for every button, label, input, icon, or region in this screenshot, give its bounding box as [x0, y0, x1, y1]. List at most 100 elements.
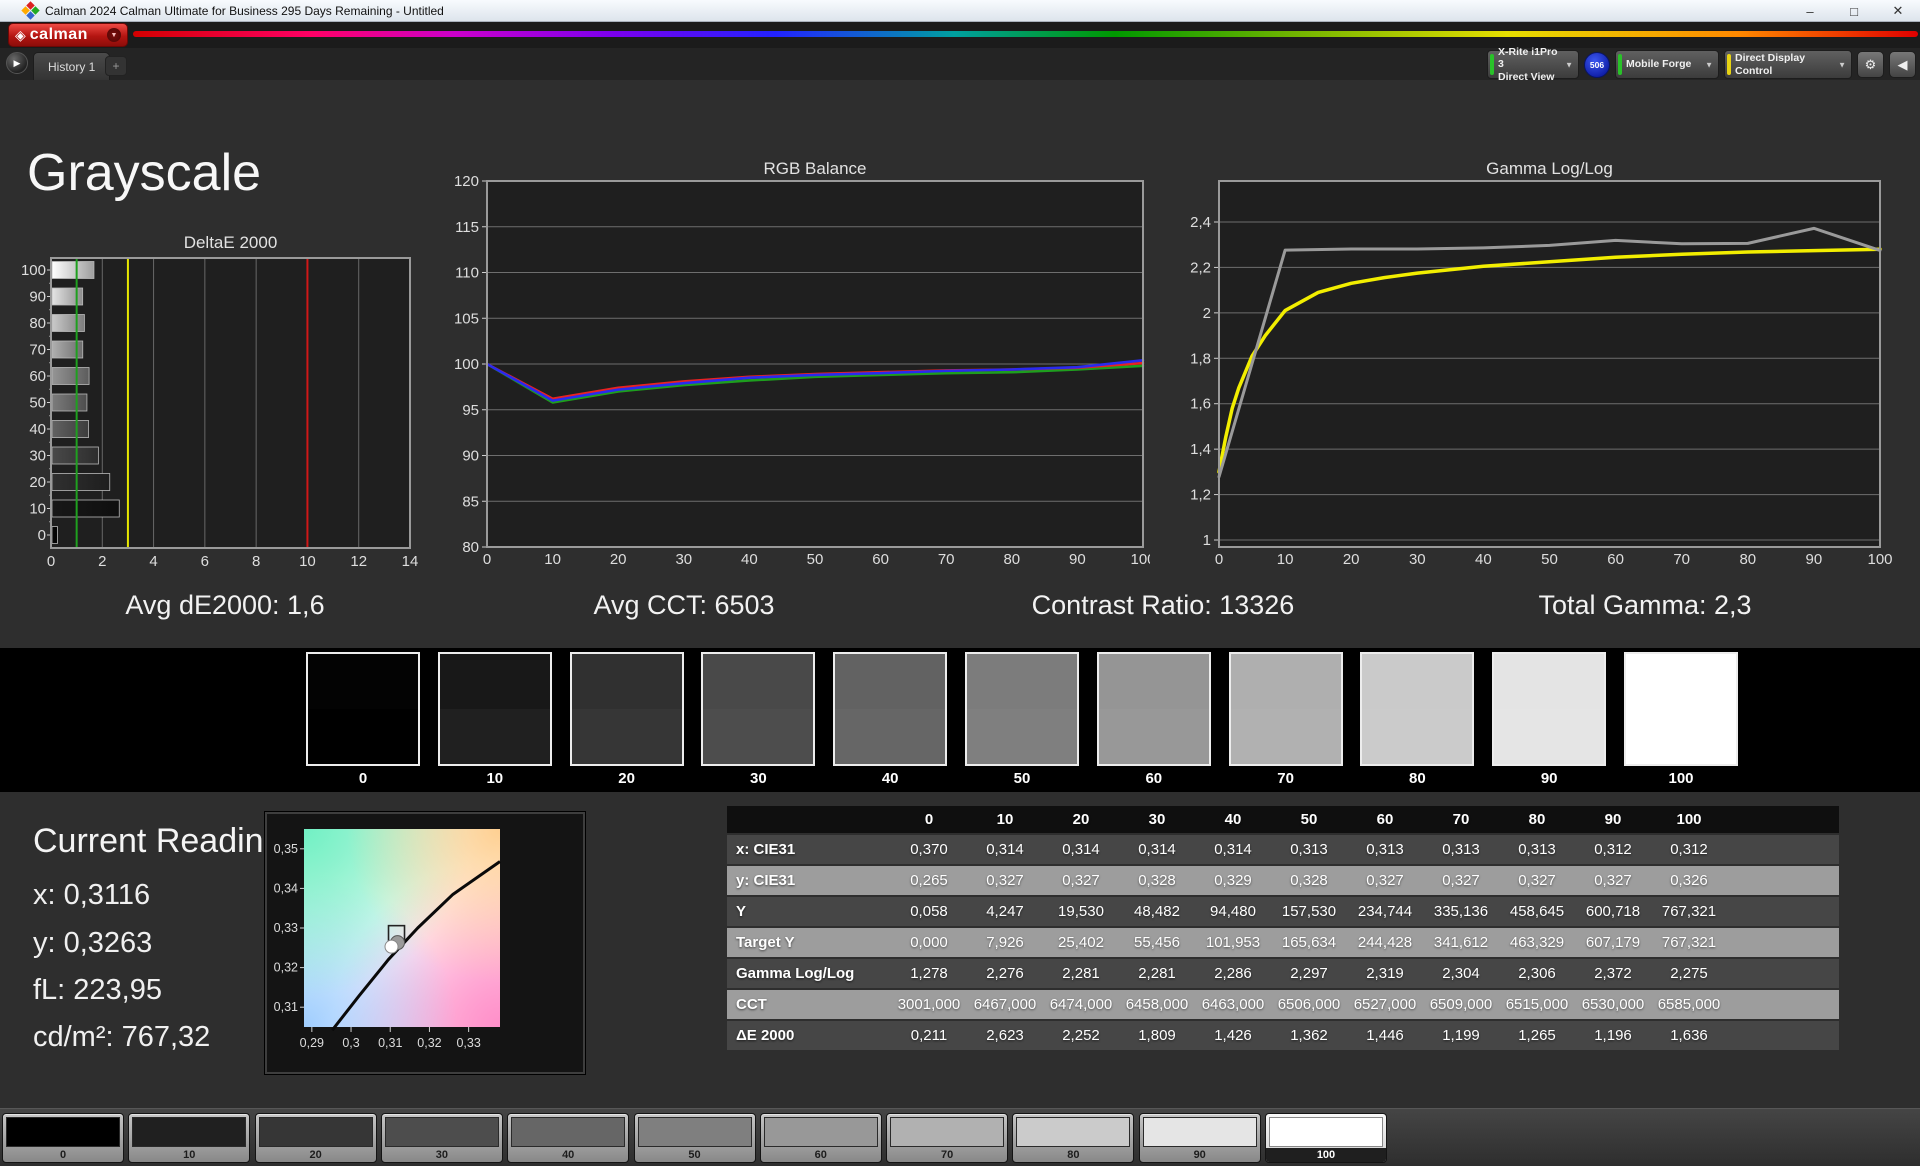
table-cell: 94,480 [1210, 903, 1256, 920]
logo-row: ◈ calman ▼ [0, 22, 1920, 48]
calman-menu-dropdown-icon[interactable]: ▼ [107, 28, 121, 42]
spectrum-bar [133, 31, 1918, 37]
page-title: Grayscale [27, 144, 262, 202]
svg-text:2: 2 [98, 553, 106, 570]
add-tab-button[interactable]: + [105, 56, 127, 76]
svg-text:0,31: 0,31 [378, 1036, 402, 1050]
tab-history-1[interactable]: History 1 [33, 52, 111, 80]
meter-mode: Direct View [1498, 70, 1555, 83]
svg-text:30: 30 [29, 448, 46, 465]
deltae-bar-60 [51, 367, 90, 385]
patch-label: 80 [1409, 770, 1426, 787]
patch-label: 10 [486, 770, 504, 787]
patch-button-70[interactable]: 70 [886, 1113, 1009, 1163]
source-select-dropdown[interactable]: Mobile Forge ▼ [1615, 50, 1719, 79]
column-header-80: 80 [1528, 811, 1546, 828]
deltae-chart: DeltaE 200010090807060504030201000 2 4 6 8 10… [21, 233, 418, 570]
table-cell: 2,275 [1670, 965, 1708, 982]
table-cell: 2,281 [1138, 965, 1176, 982]
column-header-90: 90 [1604, 811, 1622, 828]
settings-button[interactable]: ⚙ [1857, 51, 1884, 78]
patch-button-label: 70 [940, 1149, 954, 1161]
svg-text:4: 4 [149, 553, 157, 570]
display-status-bar [1727, 54, 1731, 75]
svg-text:10: 10 [544, 551, 561, 568]
patch-button-80[interactable]: 80 [1012, 1113, 1135, 1163]
svg-text:80: 80 [29, 315, 46, 332]
patch-target [439, 709, 550, 764]
collapse-panel-button[interactable]: ◀ [1889, 51, 1916, 78]
patch-target [1494, 709, 1605, 764]
maximize-button[interactable]: □ [1832, 0, 1876, 22]
table-cell: 1,265 [1518, 1027, 1556, 1044]
svg-text:115: 115 [455, 219, 479, 236]
meter-status-bar [1490, 54, 1494, 75]
patch-button-0[interactable]: 0 [2, 1113, 124, 1163]
current-reading-line-0: x: 0,3116 [33, 879, 151, 911]
patch-button-10[interactable]: 10 [128, 1113, 251, 1163]
rgb-balance-chart: RGB Balance 80 85 90 95 100 105 110 115 120 0 10 20 3… [454, 160, 1150, 568]
table-cell: 6530,000 [1581, 996, 1645, 1013]
patch-button-90[interactable]: 90 [1138, 1113, 1261, 1163]
table-cell: 2,306 [1518, 965, 1556, 982]
svg-text:2: 2 [1203, 305, 1211, 322]
table-cell: 0,370 [910, 841, 948, 858]
svg-text:85: 85 [462, 493, 479, 510]
close-button[interactable]: ✕ [1876, 0, 1920, 22]
patch-button-label: 90 [1193, 1149, 1206, 1161]
patch-target [703, 709, 814, 764]
svg-text:0: 0 [38, 527, 46, 544]
svg-text:1,8: 1,8 [1190, 350, 1211, 367]
table-cell: 2,304 [1442, 965, 1480, 982]
patch-button-30[interactable]: 30 [380, 1113, 503, 1163]
deltae-bar-30 [51, 446, 99, 465]
patch-label: 100 [1668, 770, 1694, 787]
patch-label: 20 [618, 770, 635, 787]
window-title: Calman 2024 Calman Ultimate for Business… [45, 3, 444, 18]
table-cell: 341,612 [1433, 934, 1489, 951]
svg-text:30: 30 [1409, 551, 1426, 568]
patch-label: 50 [1013, 770, 1031, 787]
table-cell: 1,809 [1138, 1027, 1176, 1044]
display-control-dropdown[interactable]: Direct Display Control ▼ [1724, 50, 1852, 79]
table-cell: 0,312 [1594, 841, 1632, 858]
minimize-button[interactable]: – [1788, 0, 1832, 22]
patch-button-100[interactable]: 100 [1265, 1113, 1387, 1163]
patch-button-label: 10 [183, 1149, 196, 1161]
row-label: x: CIE31 [736, 841, 796, 858]
table-cell: 0,265 [910, 872, 948, 889]
patch-button-swatch [6, 1117, 120, 1147]
history-play-button[interactable]: ▶ [6, 52, 28, 74]
table-row-2: Y 0,058 4,247 19,530 48,482 94,480 157,530 234,… [727, 897, 1839, 926]
patch-target [835, 709, 946, 764]
svg-text:20: 20 [29, 474, 46, 491]
patch-target [1362, 709, 1473, 764]
table-cell: 6458,000 [1125, 996, 1189, 1013]
patch-button-60[interactable]: 60 [759, 1113, 882, 1163]
calman-window: Calman 2024 Calman Ultimate for Business… [0, 0, 1920, 1166]
svg-text:100: 100 [21, 262, 46, 279]
patch-button-40[interactable]: 40 [507, 1113, 630, 1163]
tab-row: ▶ History 1 + X-Rite i1Pro 3 Direct View… [0, 46, 1920, 83]
deltae-bar-50 [51, 393, 88, 412]
stat-3: Total Gamma: 2,3 [1538, 590, 1752, 620]
table-cell: 0,313 [1442, 841, 1480, 858]
svg-text:0: 0 [47, 553, 55, 570]
gamma-chart: Gamma Log/Log 1 1,2 1,4 1,6 1,8 2 2,2 2,4 0 10 20 30… [1190, 160, 1892, 568]
svg-text:40: 40 [1475, 551, 1492, 568]
svg-text:RGB Balance: RGB Balance [764, 160, 867, 178]
meter-select-dropdown[interactable]: X-Rite i1Pro 3 Direct View ▼ [1487, 46, 1579, 83]
svg-text:80: 80 [1003, 551, 1020, 568]
table-row-0: x: CIE31 0,370 0,314 0,314 0,314 0,314 0,313 0,… [727, 835, 1839, 864]
svg-text:0: 0 [1215, 551, 1223, 568]
calman-menu-button[interactable]: ◈ calman ▼ [8, 23, 128, 47]
patch-button-label: 20 [309, 1149, 322, 1161]
deltae-bar-20 [51, 473, 111, 491]
patch-button-20[interactable]: 20 [254, 1113, 377, 1163]
patch-button-50[interactable]: 50 [633, 1113, 756, 1163]
table-cell: 0,327 [1366, 872, 1404, 889]
display-control-name: Direct Display Control [1735, 52, 1806, 77]
svg-text:0,29: 0,29 [300, 1036, 324, 1050]
table-cell: 607,179 [1585, 934, 1641, 951]
svg-text:0,33: 0,33 [274, 921, 298, 935]
